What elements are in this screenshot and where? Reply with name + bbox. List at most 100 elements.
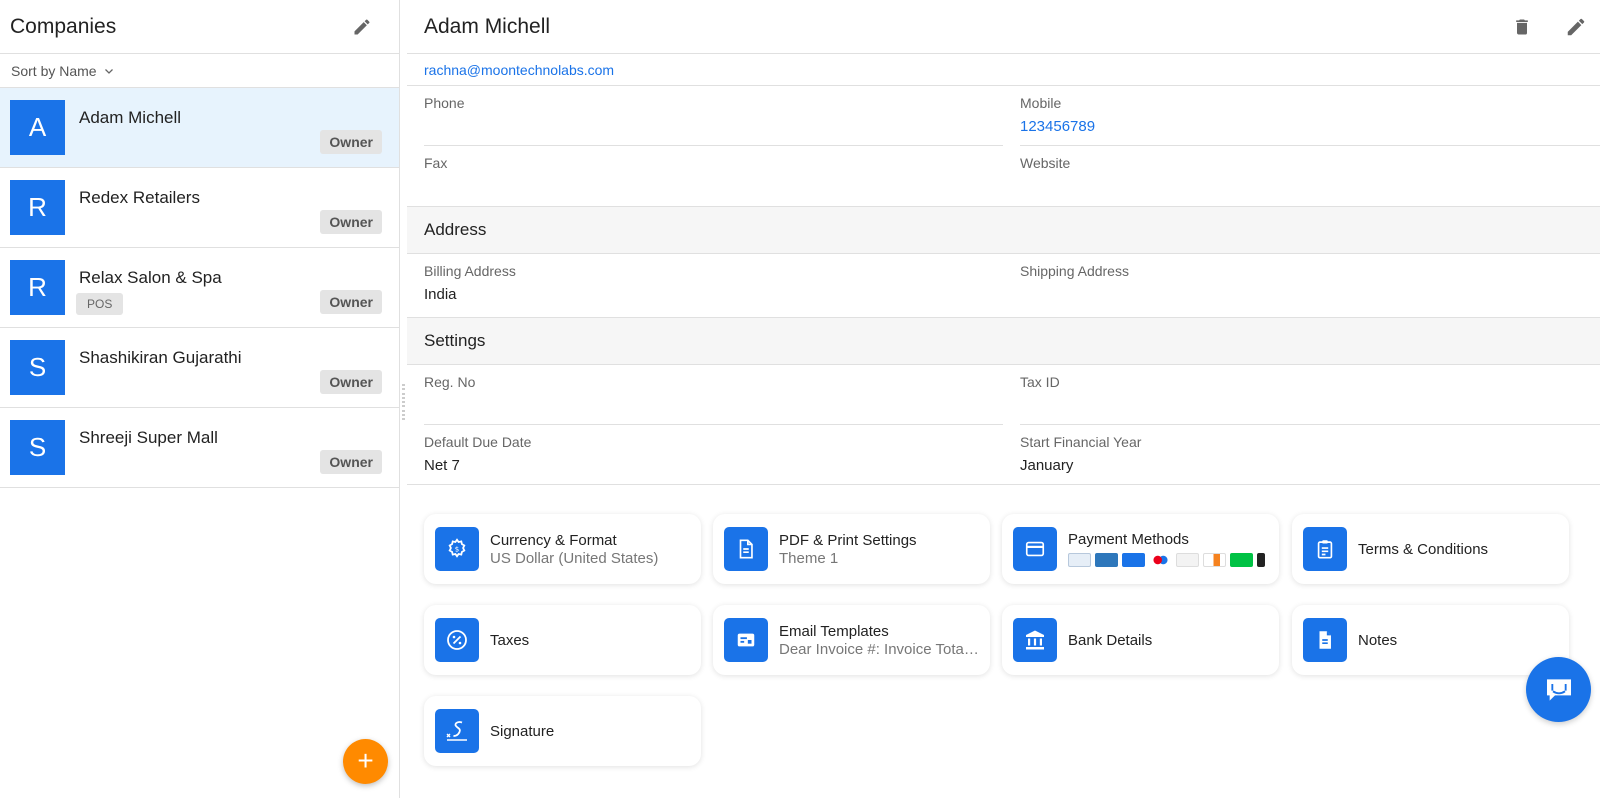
fax-field: Fax (424, 146, 1003, 206)
card-title: Taxes (490, 631, 530, 649)
email-templates-card[interactable]: Email Templates Dear Invoice #: Invoice … (713, 605, 990, 675)
card-title: Payment Methods (1068, 531, 1189, 548)
company-row-adam-michell[interactable]: A Adam Michell Owner (0, 88, 399, 168)
header-actions (1510, 15, 1588, 39)
phone-label: Phone (424, 95, 465, 111)
card-subtitle: US Dollar (United States) (490, 549, 659, 567)
amex-logo-icon (1095, 553, 1118, 567)
address-section-heading: Address (407, 206, 1600, 254)
default-due-date-label: Default Due Date (424, 434, 532, 450)
gpay-logo-icon (1176, 553, 1199, 567)
email-row: rachna@moontechnolabs.com (407, 54, 1600, 86)
chat-bubble-icon (1546, 678, 1571, 701)
company-name: Adam Michell (79, 108, 182, 127)
reg-no-field: Reg. No (424, 365, 1003, 425)
avatar: A (10, 100, 65, 155)
company-row-shreeji-super-mall[interactable]: S Shreeji Super Mall Owner (0, 408, 399, 488)
taxes-card[interactable]: Taxes (424, 605, 701, 675)
company-name: Relax Salon & Spa (79, 268, 222, 287)
billing-address-field: Billing Address India (424, 254, 1003, 314)
chevron-down-icon (103, 65, 115, 77)
role-badge: Owner (320, 370, 382, 394)
companies-title: Companies (10, 14, 117, 38)
company-name: Shashikiran Gujarathi (79, 348, 242, 367)
panel-resize-handle[interactable] (400, 384, 406, 420)
tax-id-label: Tax ID (1020, 374, 1060, 390)
other-payment-logo-icon (1257, 553, 1265, 567)
website-label: Website (1020, 155, 1071, 171)
email-link[interactable]: rachna@moontechnolabs.com (424, 62, 614, 78)
shipping-address-label: Shipping Address (1020, 263, 1129, 279)
reg-tax-row: Reg. No Tax ID (407, 365, 1600, 425)
terms-conditions-card[interactable]: Terms & Conditions (1292, 514, 1569, 584)
bank-transfer-logo-icon (1068, 553, 1091, 567)
company-detail-panel: Adam Michell rachna@moontechnolabs.com P… (407, 0, 1600, 798)
notes-card[interactable]: Notes (1292, 605, 1569, 675)
svg-text:$: $ (455, 545, 459, 553)
signature-icon (435, 709, 479, 753)
edit-pencil-icon[interactable] (1564, 15, 1588, 39)
card-title: Signature (490, 722, 555, 740)
company-name: Redex Retailers (79, 188, 200, 207)
mobile-value-link[interactable]: 123456789 (1020, 118, 1095, 135)
reg-no-label: Reg. No (424, 374, 476, 390)
bank-details-card[interactable]: Bank Details (1002, 605, 1279, 675)
document-icon (724, 527, 768, 571)
bank-icon (1013, 618, 1057, 662)
company-row-relax-salon-spa[interactable]: R Relax Salon & Spa POS Owner (0, 248, 399, 328)
companies-header: Companies (0, 0, 399, 54)
sort-by-dropdown[interactable]: Sort by Name (0, 54, 399, 88)
due-fy-row: Default Due Date Net 7 Start Financial Y… (407, 425, 1600, 485)
avatar: S (10, 420, 65, 475)
pdf-print-settings-card[interactable]: PDF & Print Settings Theme 1 (713, 514, 990, 584)
website-field: Website (1020, 146, 1600, 206)
settings-section-heading: Settings (407, 317, 1600, 365)
billing-address-value: India (424, 286, 457, 303)
billing-address-label: Billing Address (424, 263, 516, 279)
email-template-icon (724, 618, 768, 662)
role-badge: Owner (320, 130, 382, 154)
role-badge: Owner (320, 290, 382, 314)
pos-badge: POS (76, 293, 124, 315)
card-title: PDF & Print Settings (779, 531, 917, 549)
signature-card[interactable]: Signature (424, 696, 701, 766)
avatar: S (10, 340, 65, 395)
card-title: Email Templates (779, 622, 889, 640)
card-subtitle: Theme 1 (779, 549, 839, 567)
card-title: Currency & Format (490, 531, 617, 549)
default-due-date-field: Default Due Date Net 7 (424, 425, 1003, 485)
edit-companies-pencil-icon[interactable] (351, 16, 373, 38)
gear-icon: $ (435, 527, 479, 571)
address-row: Billing Address India Shipping Address (407, 254, 1600, 317)
role-badge: Owner (320, 210, 382, 234)
plus-icon: + (357, 744, 374, 776)
add-company-button[interactable]: + (343, 739, 388, 784)
company-row-shashikiran-gujarathi[interactable]: S Shashikiran Gujarathi Owner (0, 328, 399, 408)
payment-logos (1068, 553, 1269, 567)
start-financial-year-label: Start Financial Year (1020, 434, 1142, 450)
mastercard-logo-icon (1149, 553, 1172, 567)
delete-trash-icon[interactable] (1510, 15, 1534, 39)
currency-format-card[interactable]: $ Currency & Format US Dollar (United St… (424, 514, 701, 584)
avatar: R (10, 260, 65, 315)
role-badge: Owner (320, 450, 382, 474)
cash-logo-icon (1122, 553, 1145, 567)
card-title: Notes (1358, 631, 1398, 649)
avatar: R (10, 180, 65, 235)
start-financial-year-value: January (1020, 457, 1074, 474)
percent-icon (435, 618, 479, 662)
cash-app-logo-icon (1230, 553, 1253, 567)
card-title: Terms & Conditions (1358, 540, 1489, 558)
companies-panel: Companies Sort by Name A Adam Michell Ow… (0, 0, 400, 798)
clipboard-icon (1303, 527, 1347, 571)
detail-header: Adam Michell (407, 0, 1600, 54)
company-name: Shreeji Super Mall (79, 428, 218, 447)
detail-title: Adam Michell (424, 14, 551, 38)
shipping-address-field: Shipping Address (1020, 254, 1600, 314)
payment-methods-card[interactable]: Payment Methods (1002, 514, 1279, 584)
company-row-redex-retailers[interactable]: R Redex Retailers Owner (0, 168, 399, 248)
phone-field: Phone (424, 86, 1003, 146)
support-chat-button[interactable] (1526, 657, 1591, 722)
sort-label: Sort by Name (11, 62, 97, 79)
discover-logo-icon (1203, 553, 1226, 567)
